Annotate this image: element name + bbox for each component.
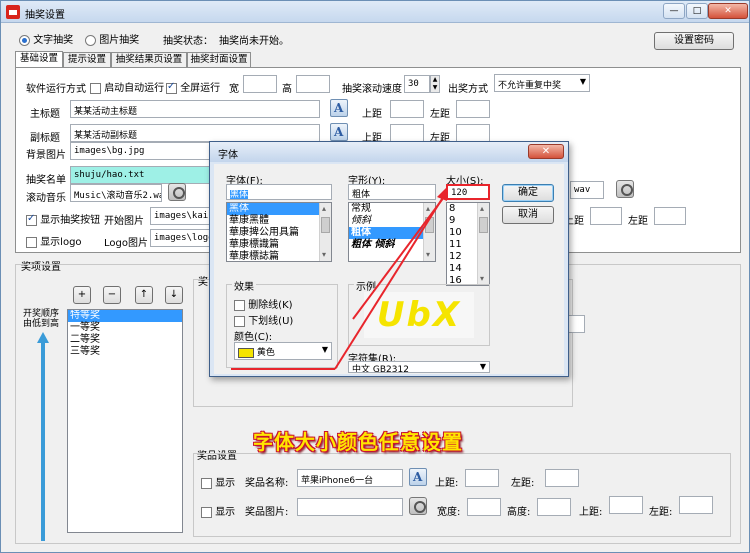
annotation-text: 字体大小颜色任意设置 [253, 430, 463, 454]
annotation-arrow-line [334, 190, 448, 370]
annotation-arrow-line-2 [352, 192, 448, 320]
main-window: 抽奖设置 — □ ✕ 文字抽奖 图片抽奖 抽奖状态： 抽奖尚未开始。 设置密码 … [0, 0, 750, 553]
annotation-overlay [231, 187, 448, 370]
